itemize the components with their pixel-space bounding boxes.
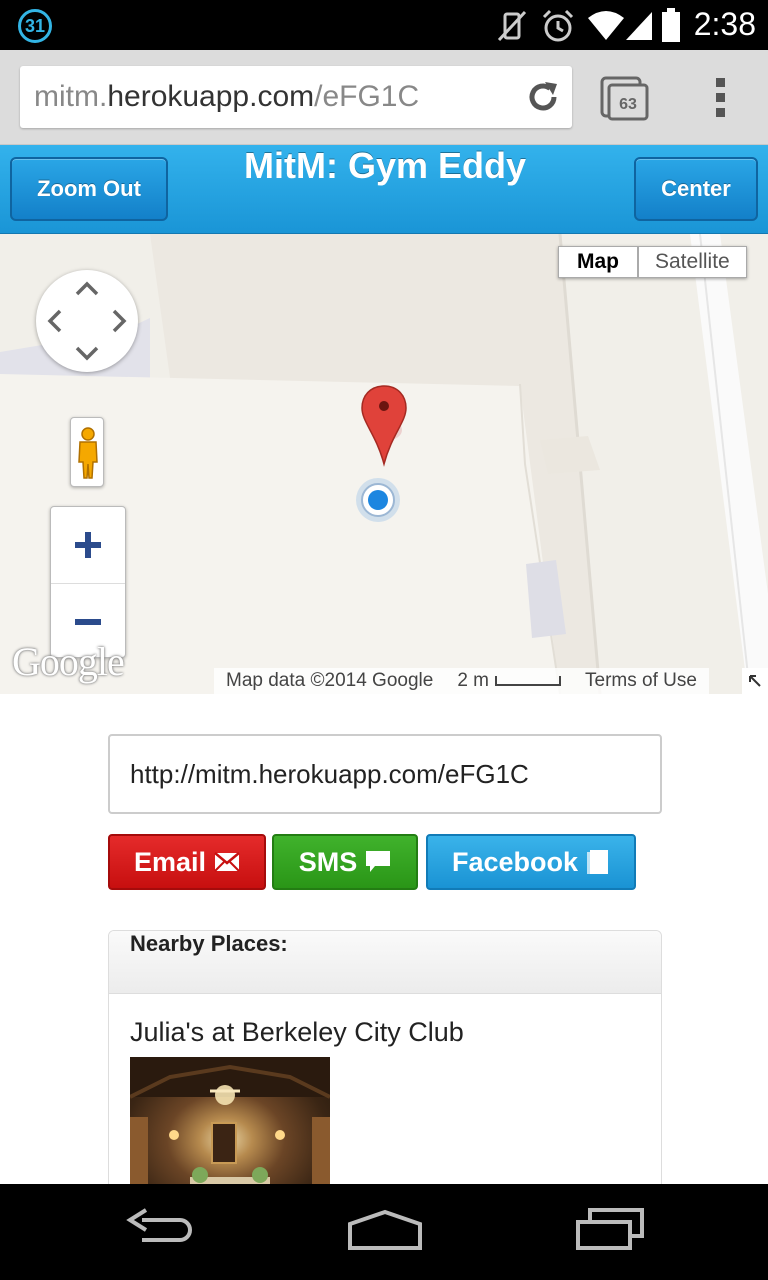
google-logo: Google bbox=[12, 639, 125, 684]
back-icon[interactable] bbox=[124, 1208, 196, 1259]
minus-icon bbox=[75, 618, 101, 625]
nearby-places-heading: Nearby Places: bbox=[109, 931, 661, 994]
url-text[interactable]: mitm.herokuapp.com/eFG1C bbox=[34, 80, 419, 114]
page-title: MitM: Gym Eddy bbox=[243, 145, 526, 186]
battery-icon bbox=[660, 8, 682, 49]
sms-button[interactable]: SMS bbox=[272, 834, 418, 890]
envelope-icon bbox=[214, 852, 240, 872]
facebook-button[interactable]: Facebook bbox=[426, 834, 636, 890]
facebook-label: Facebook bbox=[451, 846, 579, 877]
map-type-map-button[interactable]: Map bbox=[558, 246, 638, 278]
system-nav-bar bbox=[0, 1184, 768, 1280]
current-location-dot-icon bbox=[356, 478, 400, 522]
pan-left-icon bbox=[47, 309, 62, 333]
address-bar[interactable]: mitm.herokuapp.com/eFG1C bbox=[20, 66, 572, 128]
place-name[interactable]: Julia's at Berkeley City Club bbox=[130, 1017, 464, 1048]
overflow-menu-icon[interactable] bbox=[714, 78, 726, 120]
scale-label: 2 m bbox=[457, 670, 489, 691]
clock: 2:38 bbox=[693, 6, 756, 42]
browser-toolbar: mitm.herokuapp.com/eFG1C 63 bbox=[0, 50, 768, 145]
pan-control[interactable] bbox=[36, 270, 138, 372]
sms-label: SMS bbox=[298, 846, 358, 877]
home-icon[interactable] bbox=[346, 1208, 424, 1259]
signal-icon bbox=[624, 8, 654, 49]
recent-apps-icon[interactable] bbox=[574, 1208, 646, 1259]
vibrate-off-icon bbox=[494, 8, 530, 49]
terms-of-use-link[interactable]: Terms of Use bbox=[573, 670, 709, 692]
map-scale: 2 m bbox=[445, 670, 573, 692]
scale-bar bbox=[495, 675, 561, 686]
share-url-field[interactable]: http://mitm.herokuapp.com/eFG1C bbox=[108, 734, 662, 814]
calendar-notification-icon: 31 bbox=[18, 9, 52, 43]
email-label: Email bbox=[133, 846, 207, 877]
zoom-in-button[interactable] bbox=[51, 507, 125, 583]
url-prefix: mitm. bbox=[34, 80, 108, 113]
wifi-icon bbox=[586, 8, 626, 49]
zoom-out-button[interactable]: Zoom Out bbox=[10, 157, 168, 221]
map-type-control: Map Satellite bbox=[558, 246, 747, 278]
url-host: herokuapp.com bbox=[107, 80, 315, 113]
map-zoom-control bbox=[50, 506, 126, 658]
street-view-pegman-icon[interactable] bbox=[70, 417, 104, 487]
alarm-icon bbox=[540, 8, 576, 49]
reload-icon[interactable] bbox=[524, 78, 562, 121]
center-button[interactable]: Center bbox=[634, 157, 758, 221]
book-icon bbox=[587, 850, 609, 874]
app-header: Zoom Out MitM: Gym Eddy Center bbox=[0, 145, 768, 234]
pan-up-icon bbox=[75, 281, 99, 296]
screen: 31 2:38 mitm.herokuapp.com/eFG1C 63 Zoom… bbox=[0, 0, 768, 1280]
expand-icon[interactable] bbox=[742, 668, 768, 694]
location-marker-icon[interactable] bbox=[352, 382, 412, 472]
map-type-satellite-button[interactable]: Satellite bbox=[638, 246, 747, 278]
email-button[interactable]: Email bbox=[108, 834, 266, 890]
pan-right-icon bbox=[112, 309, 127, 333]
tab-count: 63 bbox=[619, 96, 637, 113]
map-data-text: Map data ©2014 Google bbox=[226, 670, 434, 691]
plus-icon bbox=[75, 532, 101, 558]
pan-down-icon bbox=[75, 346, 99, 361]
status-bar: 31 2:38 bbox=[0, 0, 768, 50]
map[interactable]: Map Satellite Google Map data ©2014 Goog… bbox=[0, 234, 768, 694]
url-path: /eFG1C bbox=[314, 80, 420, 113]
chat-bubble-icon bbox=[366, 851, 391, 872]
tabs-icon[interactable]: 63 bbox=[600, 76, 650, 122]
map-attribution: Map data ©2014 Google 2 m Terms of Use bbox=[214, 668, 709, 694]
